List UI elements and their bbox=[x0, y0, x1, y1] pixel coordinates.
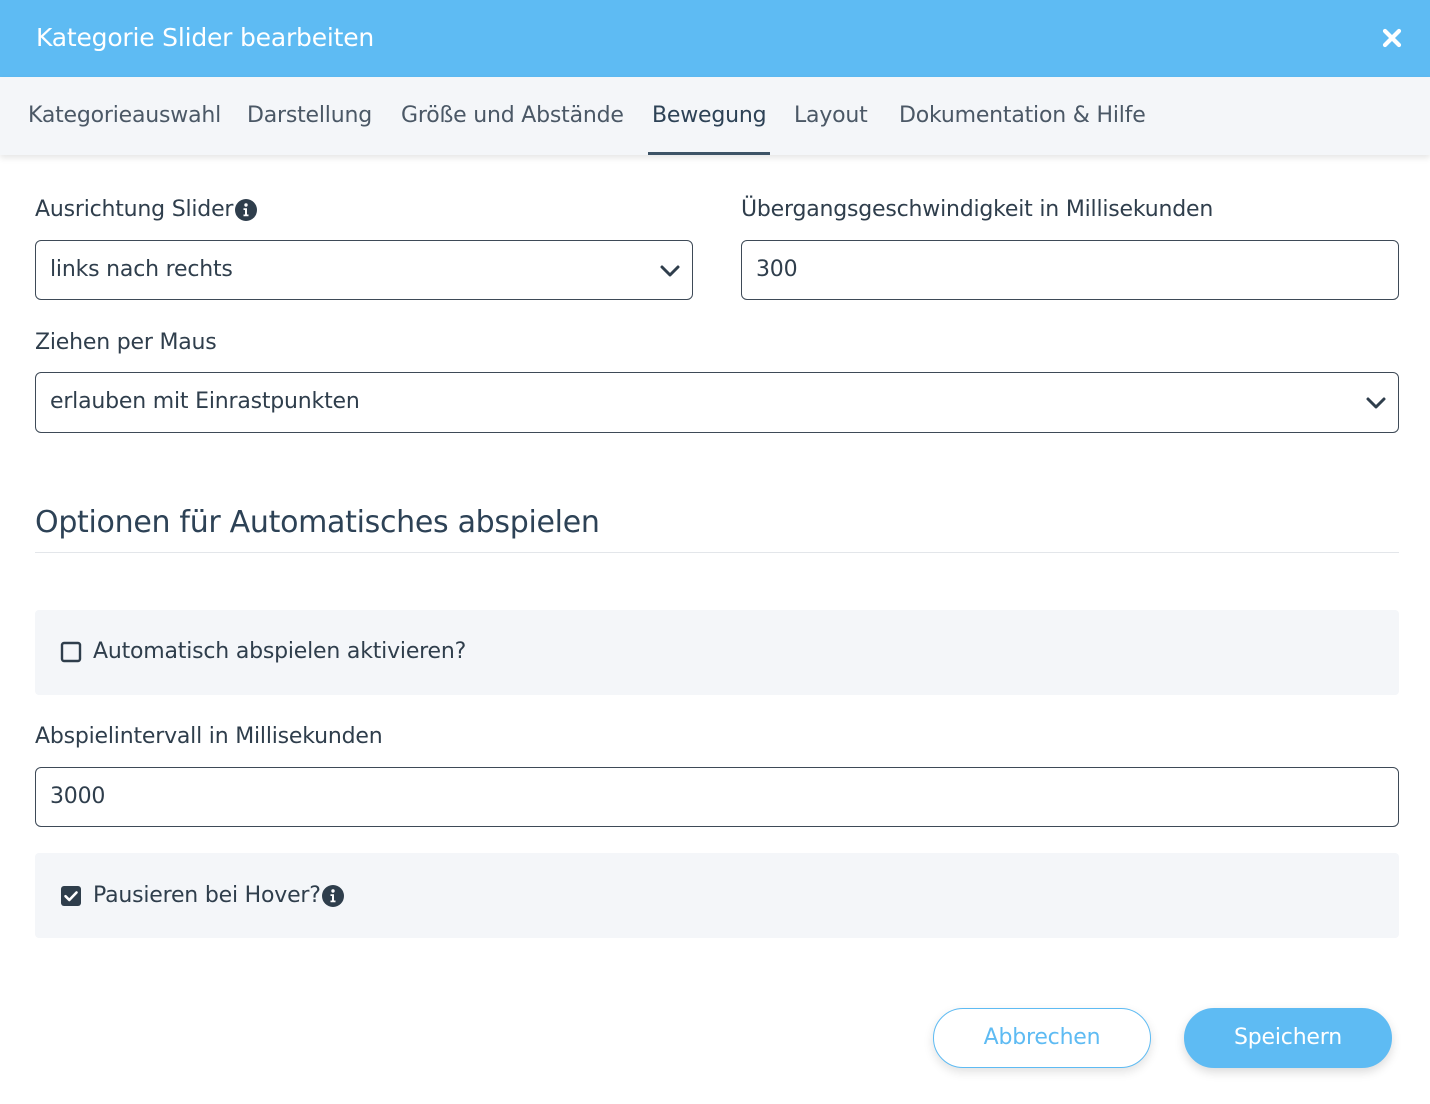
dialog-header: Kategorie Slider bearbeiten bbox=[0, 0, 1430, 77]
dialog-title: Kategorie Slider bearbeiten bbox=[36, 23, 375, 52]
tab-dokumentation-hilfe[interactable]: Dokumentation & Hilfe bbox=[899, 77, 1146, 155]
cancel-button[interactable]: Abbrechen bbox=[933, 1008, 1151, 1068]
pause-on-hover-label[interactable]: Pausieren bei Hover? bbox=[93, 881, 321, 911]
info-icon[interactable] bbox=[321, 884, 345, 908]
interval-label: Abspielintervall in Millisekunden bbox=[35, 724, 383, 749]
drag-label: Ziehen per Maus bbox=[35, 330, 217, 355]
tab-bar: Kategorieauswahl Darstellung Größe und A… bbox=[0, 77, 1430, 155]
drag-value: erlauben mit Einrastpunkten bbox=[50, 389, 360, 414]
transition-speed-label: Übergangsgeschwindigkeit in Millisekunde… bbox=[741, 197, 1214, 222]
pause-on-hover-checkbox[interactable] bbox=[60, 885, 82, 907]
tab-bewegung[interactable]: Bewegung bbox=[647, 77, 771, 155]
chevron-down-icon bbox=[1364, 391, 1388, 415]
info-icon[interactable] bbox=[234, 198, 258, 222]
tab-kategorieauswahl[interactable]: Kategorieauswahl bbox=[28, 77, 221, 155]
tab-groesse-und-abstaende[interactable]: Größe und Abstände bbox=[401, 77, 624, 155]
interval-value: 3000 bbox=[50, 784, 106, 809]
autoplay-enable-label[interactable]: Automatisch abspielen aktivieren? bbox=[93, 637, 466, 667]
save-button[interactable]: Speichern bbox=[1184, 1008, 1392, 1068]
transition-speed-value: 300 bbox=[756, 257, 798, 282]
chevron-down-icon bbox=[658, 259, 682, 283]
tab-darstellung[interactable]: Darstellung bbox=[247, 77, 372, 155]
drag-select[interactable]: erlauben mit Einrastpunkten bbox=[35, 372, 1399, 433]
close-icon[interactable] bbox=[1376, 22, 1408, 54]
autoplay-section-title: Optionen für Automatisches abspielen bbox=[35, 505, 600, 540]
transition-speed-input[interactable]: 300 bbox=[741, 240, 1399, 300]
interval-input[interactable]: 3000 bbox=[35, 767, 1399, 827]
section-divider bbox=[35, 552, 1399, 553]
orientation-label: Ausrichtung Slider bbox=[35, 197, 234, 222]
autoplay-enable-checkbox[interactable] bbox=[60, 641, 82, 663]
orientation-value: links nach rechts bbox=[50, 257, 233, 282]
autoplay-enable-panel: Automatisch abspielen aktivieren? bbox=[35, 610, 1399, 695]
pause-on-hover-panel: Pausieren bei Hover? bbox=[35, 853, 1399, 938]
orientation-select[interactable]: links nach rechts bbox=[35, 240, 693, 300]
tab-layout[interactable]: Layout bbox=[794, 77, 868, 155]
